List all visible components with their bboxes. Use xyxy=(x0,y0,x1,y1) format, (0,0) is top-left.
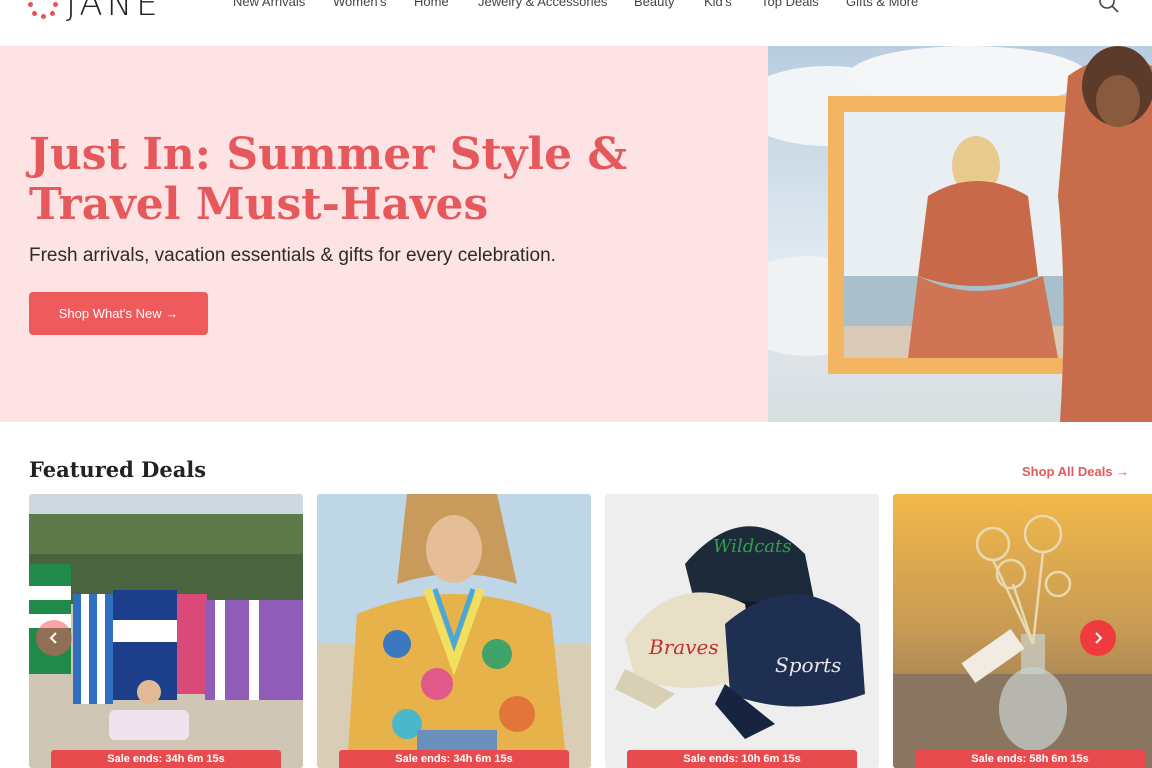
chevron-left-icon xyxy=(49,632,57,644)
svg-text:Sports: Sports xyxy=(775,653,841,677)
sale-badge: Sale ends: 58h 6m 15s xyxy=(915,750,1145,768)
hero-subtitle: Fresh arrivals, vacation essentials & gi… xyxy=(29,245,556,266)
nav-jewelry-accessories[interactable]: Jewelry & Accessories xyxy=(478,0,607,9)
deal-card[interactable]: Wildcats Braves Sports Sale ends: 10h 6m… xyxy=(605,494,879,768)
hero-image[interactable] xyxy=(768,46,1152,422)
sale-badge: Sale ends: 34h 6m 15s xyxy=(51,750,281,768)
hero-title: Just In: Summer Style & Travel Must-Have… xyxy=(29,129,628,230)
carousel-next-button[interactable] xyxy=(1080,620,1116,656)
hero-banner: Just In: Summer Style & Travel Must-Have… xyxy=(0,46,1152,422)
nav-gifts-more[interactable]: Gifts & More xyxy=(846,0,918,9)
shop-all-deals-link[interactable]: Shop All Deals → xyxy=(1022,464,1129,479)
svg-text:Braves: Braves xyxy=(648,635,719,659)
chevron-right-icon xyxy=(1095,632,1103,644)
sale-badge: Sale ends: 34h 6m 15s xyxy=(339,750,569,768)
logo-mark-icon xyxy=(28,0,58,19)
featured-deals-title: Featured Deals xyxy=(29,457,207,482)
sale-badge: Sale ends: 10h 6m 15s xyxy=(627,750,857,768)
nav-new-arrivals[interactable]: New Arrivals xyxy=(233,0,305,9)
nav-womens[interactable]: Women's xyxy=(333,0,387,9)
nav-beauty[interactable]: Beauty xyxy=(634,0,674,9)
svg-text:Wildcats: Wildcats xyxy=(713,536,792,557)
deal-card[interactable]: Sale ends: 34h 6m 15s xyxy=(317,494,591,768)
site-header: JANE New Arrivals Women's Home Jewelry &… xyxy=(0,0,1152,46)
logo[interactable]: JANE xyxy=(28,0,162,24)
search-icon[interactable] xyxy=(1098,0,1120,14)
nav-home[interactable]: Home xyxy=(414,0,449,9)
nav-top-deals[interactable]: Top Deals xyxy=(761,0,819,9)
shop-whats-new-button[interactable]: Shop What's New → xyxy=(29,292,208,335)
nav-kids[interactable]: Kid's xyxy=(704,0,732,9)
logo-text: JANE xyxy=(66,0,162,24)
carousel-prev-button[interactable] xyxy=(36,620,72,656)
